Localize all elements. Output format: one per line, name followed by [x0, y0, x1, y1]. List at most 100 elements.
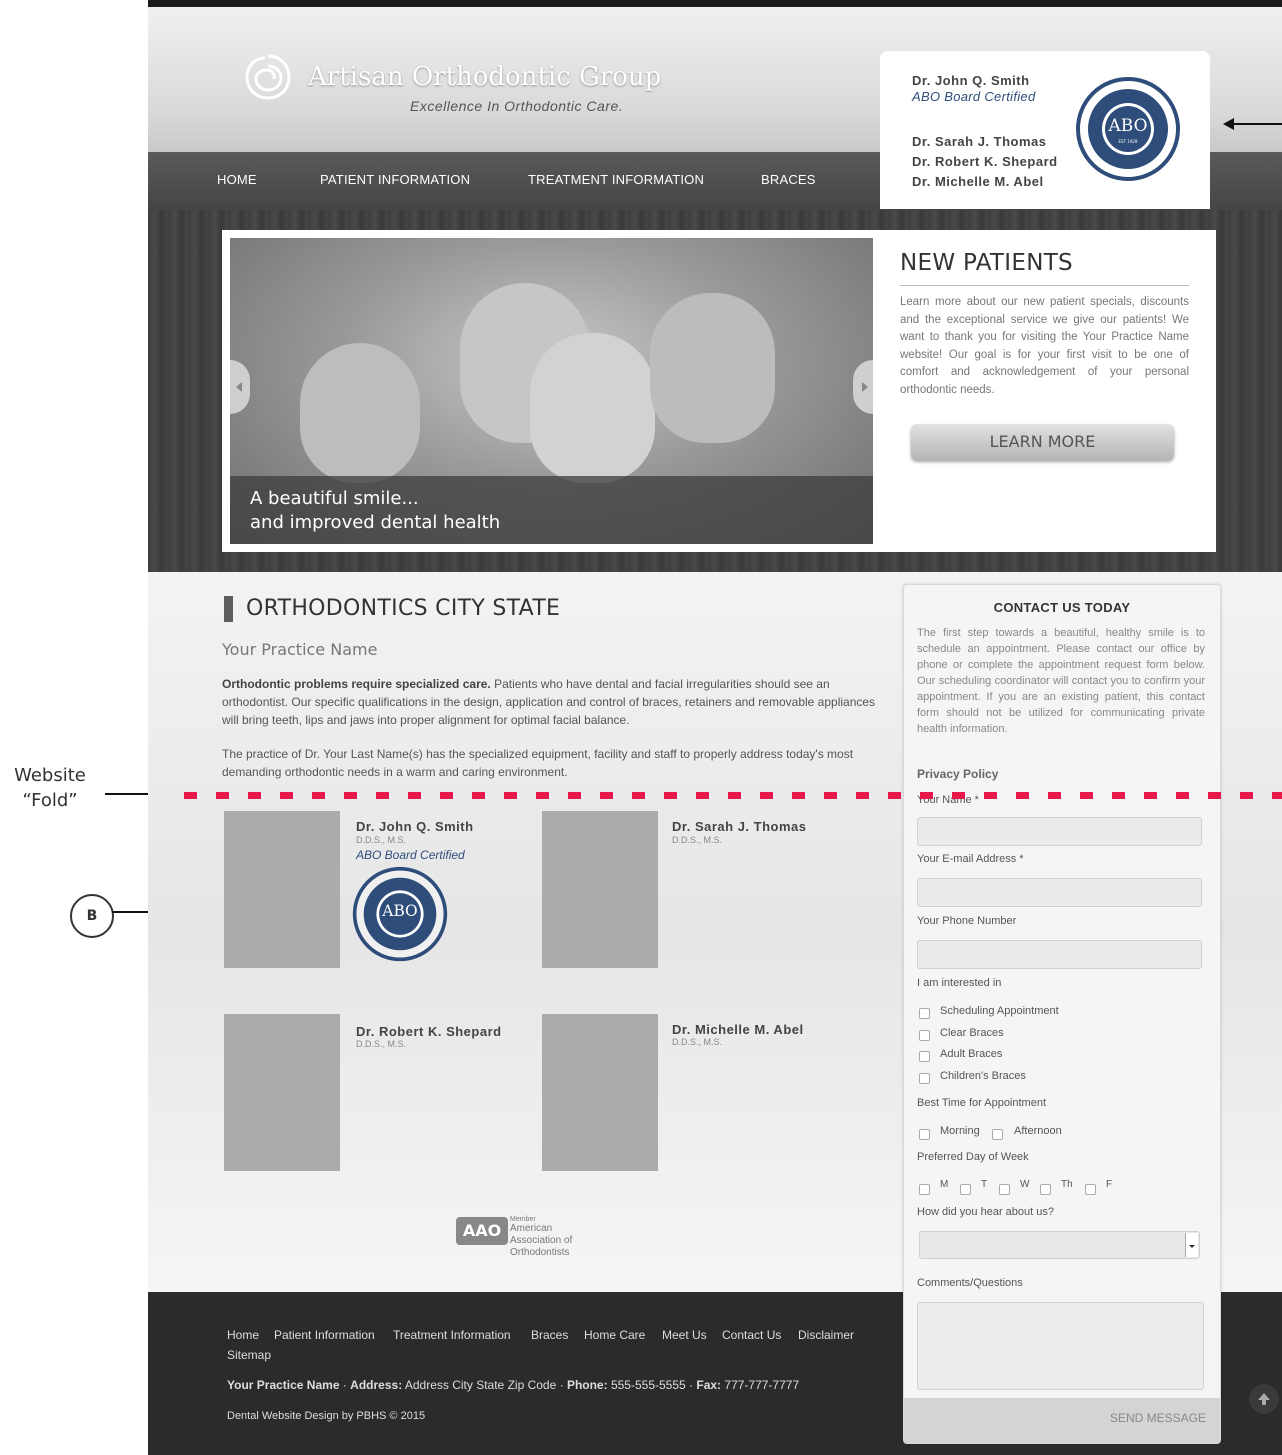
logo-swirl-icon[interactable]: [243, 52, 293, 102]
doctor-degree-3: D.D.S., M.S.: [356, 1039, 407, 1049]
slider-prev-button[interactable]: [230, 360, 250, 414]
hero-section: A beautiful smile... and improved dental…: [148, 210, 1282, 572]
footer-address-value: Address City State Zip Code: [404, 1378, 557, 1392]
nav-treatment-information[interactable]: TREATMENT INFORMATION: [528, 172, 704, 187]
hear-select[interactable]: [919, 1231, 1200, 1259]
doctor-photo-1: [224, 811, 340, 968]
checkbox-day-t[interactable]: [960, 1184, 971, 1195]
email-label: Your E-mail Address *: [917, 853, 1024, 865]
contact-form-panel: CONTACT US TODAY The first step towards …: [903, 584, 1221, 1444]
hero-person-3: [530, 333, 655, 483]
send-message-button[interactable]: SEND MESSAGE: [1110, 1411, 1206, 1425]
name-field[interactable]: [917, 817, 1202, 846]
doctor-degree-2: D.D.S., M.S.: [672, 835, 723, 845]
new-patients-divider: [900, 285, 1189, 286]
abo-seal-year: EST 1929: [1119, 139, 1138, 144]
logo-tagline: Excellence In Orthodontic Care.: [410, 98, 624, 114]
checkbox-childrens-braces[interactable]: [919, 1073, 930, 1084]
new-patients-text: Learn more about our new patient special…: [900, 296, 1189, 396]
new-patients-title: NEW PATIENTS: [900, 250, 1073, 276]
footer-link-patient-information[interactable]: Patient Information: [274, 1328, 375, 1342]
website-fold-line: [184, 792, 1282, 799]
header-abo-credential: ABO Board Certified: [912, 89, 1036, 104]
phone-field[interactable]: [917, 940, 1202, 969]
learn-more-button[interactable]: LEARN MORE: [911, 424, 1174, 460]
footer-fax-value: 777-777-7777: [724, 1378, 800, 1392]
intro-bold-lead: Orthodontic problems require specialized…: [222, 677, 491, 691]
footer-link-disclaimer[interactable]: Disclaimer: [798, 1328, 854, 1342]
contact-intro: The first step towards a beautiful, heal…: [917, 627, 1205, 735]
header-doctor-3: Dr. Robert K. Shepard: [912, 154, 1058, 169]
doctor-name-3[interactable]: Dr. Robert K. Shepard: [356, 1024, 502, 1039]
footer-link-home[interactable]: Home: [227, 1328, 259, 1342]
checkbox-scheduling-appointment[interactable]: [919, 1008, 930, 1019]
privacy-policy-link[interactable]: Privacy Policy: [917, 767, 998, 781]
footer-link-home-care[interactable]: Home Care: [584, 1328, 645, 1342]
select-arrow[interactable]: [1185, 1233, 1198, 1257]
footer-fax-label: Fax:: [696, 1378, 722, 1392]
aao-member-label: Member: [510, 1216, 536, 1223]
arrow-up-icon: [1258, 1393, 1270, 1405]
aao-line-1: American: [510, 1223, 553, 1234]
footer-credit[interactable]: Dental Website Design by PBHS © 2015: [227, 1410, 425, 1422]
doctor-degree-4: D.D.S., M.S.: [672, 1037, 723, 1047]
scroll-to-top-button[interactable]: [1249, 1384, 1279, 1414]
checkbox-label: M: [940, 1179, 949, 1190]
send-bar: SEND MESSAGE: [904, 1398, 1220, 1443]
heading-accent-bar: [224, 596, 233, 622]
slider-next-button[interactable]: [853, 360, 873, 414]
doctor-photo-2: [542, 811, 658, 968]
checkbox-morning[interactable]: [919, 1129, 930, 1140]
footer-link-braces[interactable]: Braces: [531, 1328, 568, 1342]
checkbox-afternoon[interactable]: [992, 1129, 1003, 1140]
checkbox-day-th[interactable]: [1040, 1184, 1051, 1195]
checkbox-label: Adult Braces: [940, 1048, 1003, 1060]
checkbox-label: T: [981, 1179, 988, 1190]
fold-label-line1: Website: [14, 765, 86, 786]
chevron-right-icon: [862, 382, 868, 392]
doctor-credential-1: ABO Board Certified: [356, 848, 465, 862]
checkbox-clear-braces[interactable]: [919, 1030, 930, 1041]
nav-braces[interactable]: BRACES: [761, 172, 816, 187]
checkbox-label: Children's Braces: [940, 1070, 1026, 1082]
doctor-name-2[interactable]: Dr. Sarah J. Thomas: [672, 819, 807, 834]
hero-person-4: [650, 293, 775, 443]
day-label: Preferred Day of Week: [917, 1151, 1029, 1163]
hear-label: How did you hear about us?: [917, 1206, 1054, 1218]
comments-label: Comments/Questions: [917, 1277, 1023, 1289]
time-label: Best Time for Appointment: [917, 1097, 1047, 1109]
footer-link-meet-us[interactable]: Meet Us: [662, 1328, 707, 1342]
doctor-photo-3: [224, 1014, 340, 1171]
footer-link-contact-us[interactable]: Contact Us: [722, 1328, 781, 1342]
nav-patient-information[interactable]: PATIENT INFORMATION: [320, 172, 470, 187]
checkbox-label: Scheduling Appointment: [940, 1005, 1059, 1017]
checkbox-day-f[interactable]: [1085, 1184, 1096, 1195]
footer-link-treatment-information[interactable]: Treatment Information: [393, 1328, 511, 1342]
header-doctors-card: Dr. John Q. Smith ABO Board Certified Dr…: [880, 51, 1210, 209]
doctor-photo-4: [542, 1014, 658, 1171]
footer-phone-value[interactable]: 555-555-5555: [611, 1378, 686, 1392]
logo-name[interactable]: Artisan Orthodontic Group: [308, 62, 661, 92]
aao-logo-mark[interactable]: AAO: [456, 1217, 508, 1245]
practice-paragraph: The practice of Dr. Your Last Name(s) ha…: [222, 747, 854, 779]
header-lead-doctor: Dr. John Q. Smith: [912, 73, 1030, 88]
doctor-name-1[interactable]: Dr. John Q. Smith: [356, 819, 474, 834]
comments-textarea[interactable]: [917, 1302, 1204, 1390]
hero-frame: A beautiful smile... and improved dental…: [222, 230, 1216, 552]
abo-seal-text: ABO: [1107, 116, 1147, 136]
abo-seal-icon: ABO EST 1929: [1076, 77, 1180, 181]
hero-person-1: [300, 343, 420, 483]
aao-line-2: Association of: [510, 1235, 573, 1246]
header-doctor-4: Dr. Michelle M. Abel: [912, 174, 1044, 189]
hero-photo: A beautiful smile... and improved dental…: [230, 238, 873, 544]
checkbox-label: Morning: [940, 1125, 980, 1137]
checkbox-label: Clear Braces: [940, 1027, 1004, 1039]
checkbox-day-w[interactable]: [999, 1184, 1010, 1195]
checkbox-day-m[interactable]: [919, 1184, 930, 1195]
footer-link-sitemap[interactable]: Sitemap: [227, 1348, 271, 1362]
email-field[interactable]: [917, 878, 1202, 907]
nav-home[interactable]: HOME: [217, 172, 257, 187]
doctor-name-4[interactable]: Dr. Michelle M. Abel: [672, 1022, 804, 1037]
checkbox-adult-braces[interactable]: [919, 1051, 930, 1062]
page-subheading: Your Practice Name: [222, 640, 378, 659]
